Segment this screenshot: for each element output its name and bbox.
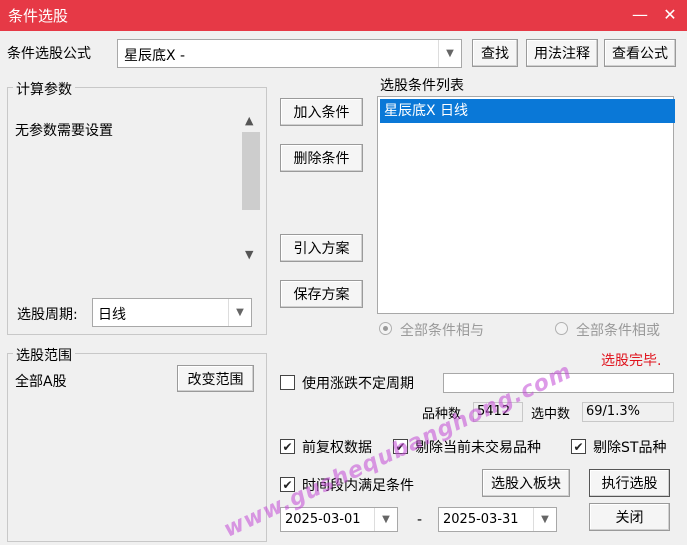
range-group-label: 选股范围	[13, 345, 75, 365]
formula-label: 条件选股公式	[7, 46, 91, 62]
chevron-down-icon[interactable]: ▼	[228, 299, 251, 326]
end-date-picker[interactable]: 2025-03-31 ▼	[438, 507, 557, 532]
end-date-value: 2025-03-31	[443, 512, 519, 527]
change-range-button[interactable]: 改变范围	[177, 365, 254, 392]
chevron-down-icon[interactable]: ▼	[374, 508, 397, 531]
usage-note-button[interactable]: 用法注释	[526, 39, 598, 67]
title-bar	[0, 0, 687, 31]
uncertain-period-label: 使用涨跌不定周期	[302, 376, 414, 392]
period-combo[interactable]: 日线 ▼	[92, 298, 252, 327]
params-text: 无参数需要设置	[15, 123, 113, 139]
selected-value: 69/1.3%	[582, 402, 674, 422]
condition-item[interactable]: 星辰底X 日线	[380, 99, 675, 123]
chevron-down-icon[interactable]: ▼	[438, 40, 461, 67]
exclude-st-label: 剔除ST品种	[593, 440, 667, 456]
scroll-down-icon[interactable]: ▼	[245, 248, 253, 261]
add-condition-button[interactable]: 加入条件	[280, 98, 363, 126]
forward-adjust-checkbox[interactable]: ✔	[280, 439, 295, 454]
status-text: 选股完毕.	[601, 353, 662, 369]
select-to-block-button[interactable]: 选股入板块	[482, 469, 570, 497]
formula-combo[interactable]: 星辰底X - ▼	[117, 39, 462, 68]
uncertain-period-checkbox[interactable]	[280, 375, 295, 390]
range-value: 全部A股	[15, 374, 67, 390]
find-button[interactable]: 查找	[472, 39, 518, 67]
or-radio[interactable]	[555, 322, 568, 335]
conditions-label: 选股条件列表	[380, 78, 464, 94]
minimize-icon[interactable]: —	[628, 4, 652, 26]
execute-select-button[interactable]: 执行选股	[589, 469, 670, 497]
delete-condition-button[interactable]: 删除条件	[280, 144, 363, 172]
start-date-value: 2025-03-01	[285, 512, 361, 527]
formula-value: 星辰底X -	[124, 48, 186, 64]
save-plan-button[interactable]: 保存方案	[280, 280, 363, 308]
scrollbar-thumb[interactable]	[242, 132, 260, 210]
selected-label: 选中数	[531, 407, 571, 422]
view-formula-button[interactable]: 查看公式	[604, 39, 676, 67]
exclude-st-checkbox[interactable]: ✔	[571, 439, 586, 454]
close-button[interactable]: 关闭	[589, 503, 670, 531]
chevron-down-icon[interactable]: ▼	[533, 508, 556, 531]
close-icon[interactable]: ✕	[658, 4, 682, 26]
or-radio-label: 全部条件相或	[576, 323, 660, 339]
and-radio[interactable]	[379, 322, 392, 335]
window-title: 条件选股	[8, 7, 69, 25]
period-label: 选股周期:	[17, 307, 78, 323]
scroll-up-icon[interactable]: ▲	[245, 114, 253, 127]
date-separator: -	[417, 512, 423, 528]
params-scrollbar[interactable]: ▲ ▼	[240, 108, 262, 264]
import-plan-button[interactable]: 引入方案	[280, 234, 363, 262]
params-group-label: 计算参数	[13, 79, 75, 99]
and-radio-label: 全部条件相与	[400, 323, 484, 339]
conditions-list[interactable]: 星辰底X 日线	[377, 96, 675, 314]
period-value: 日线	[98, 307, 126, 323]
